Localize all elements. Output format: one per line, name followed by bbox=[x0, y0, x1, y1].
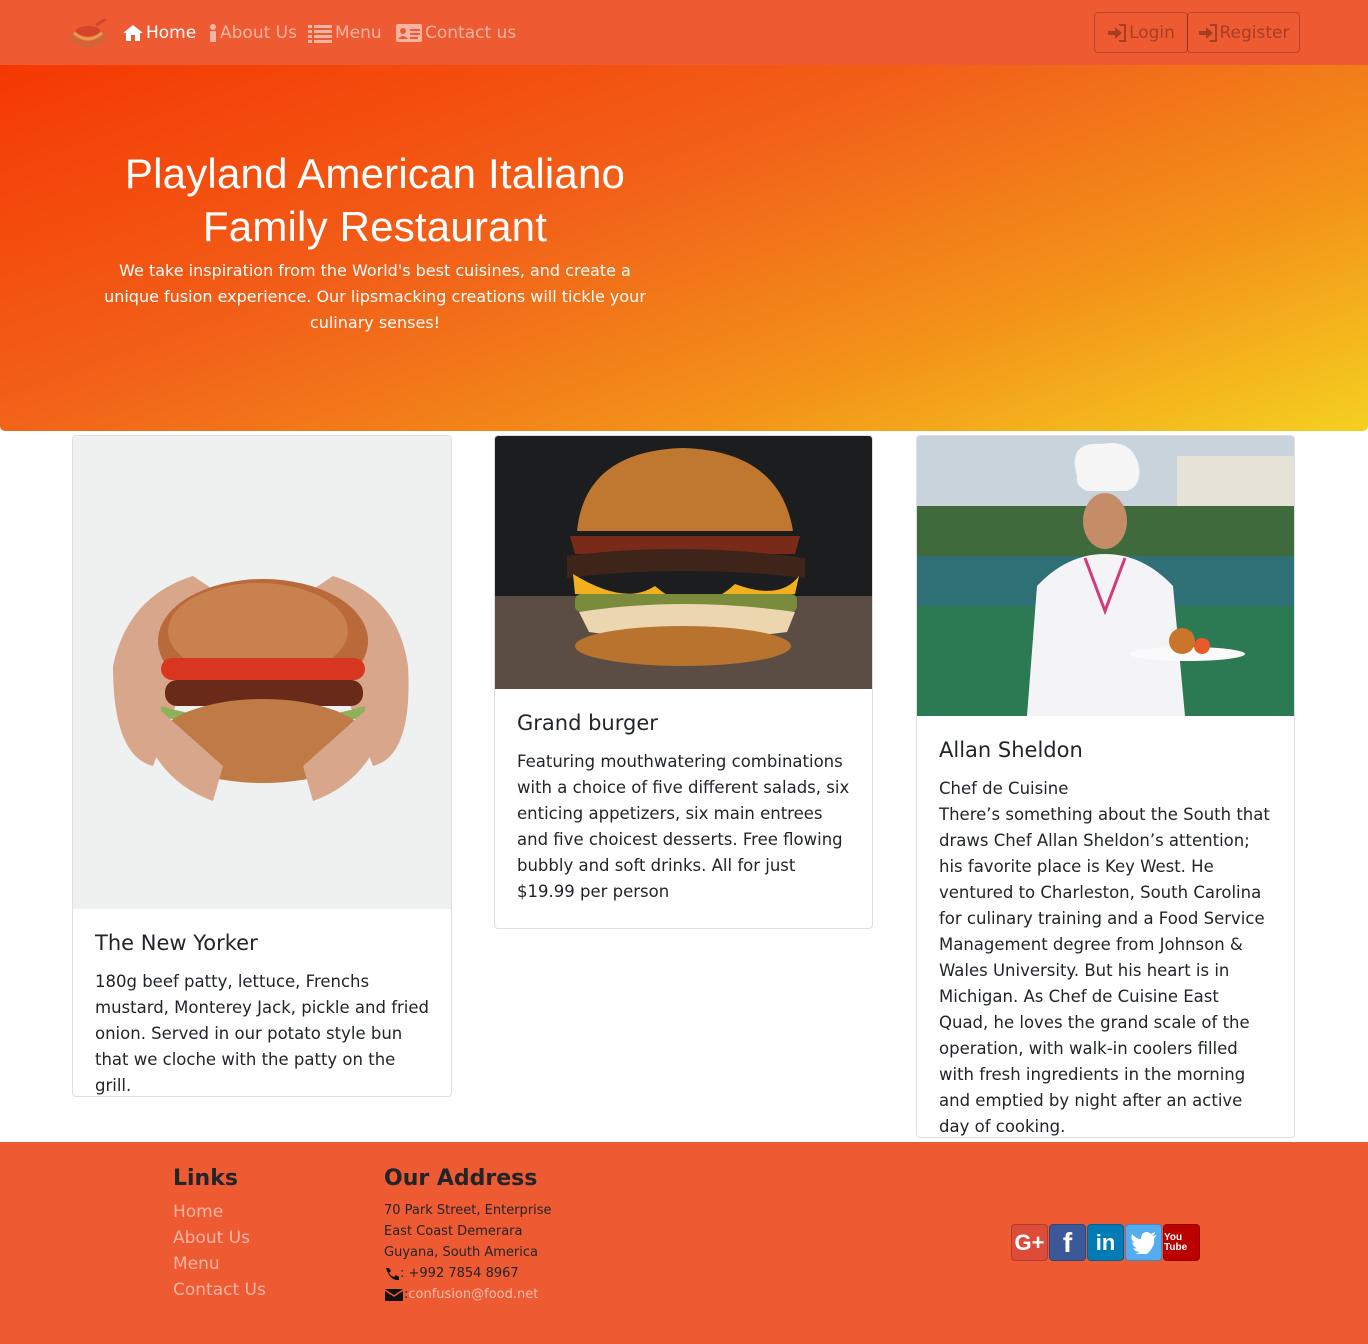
phone-number: : +992 7854 8967 bbox=[400, 1266, 519, 1281]
card-text: Featuring mouthwatering combinations wit… bbox=[517, 752, 850, 901]
footer-address-heading: Our Address bbox=[384, 1166, 538, 1191]
card-subtitle: Chef de Cuisine bbox=[939, 779, 1069, 798]
sign-in-icon bbox=[1198, 23, 1217, 42]
phone-icon bbox=[386, 1267, 399, 1280]
card-title: Allan Sheldon bbox=[939, 738, 1083, 762]
address-line: 70 Park Street, Enterprise bbox=[384, 1203, 552, 1218]
nav-about[interactable]: About Us bbox=[208, 20, 297, 46]
list-icon bbox=[308, 25, 332, 43]
chef-portrait-image bbox=[917, 436, 1294, 716]
address-line: East Coast Demerara bbox=[384, 1224, 523, 1239]
nav-about-label: About Us bbox=[220, 23, 297, 43]
footer-links: Home About Us Menu Contact Us bbox=[173, 1199, 266, 1303]
facebook-icon[interactable]: f bbox=[1049, 1224, 1086, 1261]
nav-contact-label: Contact us bbox=[425, 23, 517, 43]
card-body: Grand burger Featuring mouthwatering com… bbox=[495, 689, 872, 925]
login-button[interactable]: Login bbox=[1094, 12, 1188, 53]
twitter-icon[interactable] bbox=[1125, 1224, 1162, 1261]
burger-hands-image bbox=[73, 436, 451, 909]
card-body: The New Yorker 180g beef patty, lettuce,… bbox=[73, 909, 451, 1096]
sign-in-icon bbox=[1108, 23, 1127, 42]
hero-banner: Playland American Italiano Family Restau… bbox=[0, 65, 1368, 431]
card-text: 180g beef patty, lettuce, Frenchs mustar… bbox=[95, 972, 430, 1095]
card-allan-sheldon: Allan Sheldon Chef de Cuisine There’s so… bbox=[916, 435, 1295, 1138]
footer-link-menu[interactable]: Menu bbox=[173, 1251, 266, 1277]
grand-burger-image bbox=[495, 436, 872, 689]
footer-address: 70 Park Street, Enterprise East Coast De… bbox=[384, 1200, 552, 1305]
google-plus-icon[interactable]: G+ bbox=[1011, 1224, 1048, 1261]
info-icon bbox=[210, 24, 216, 42]
footer-link-contact[interactable]: Contact Us bbox=[173, 1277, 266, 1303]
home-icon bbox=[123, 25, 143, 41]
card-grand-burger: Grand burger Featuring mouthwatering com… bbox=[494, 435, 873, 929]
youtube-icon[interactable]: You Tube bbox=[1163, 1224, 1200, 1261]
phone-row: : +992 7854 8967 bbox=[384, 1263, 552, 1284]
navbar: Home About Us Menu Contact us Login Regi… bbox=[0, 0, 1368, 65]
nav-contact[interactable]: Contact us bbox=[395, 20, 516, 46]
footer-link-about[interactable]: About Us bbox=[173, 1225, 266, 1251]
address-card-icon bbox=[396, 24, 422, 42]
social-buttons: G+ f in You Tube bbox=[1011, 1224, 1200, 1261]
hero-subtitle: We take inspiration from the World's bes… bbox=[104, 261, 646, 332]
nav-menu[interactable]: Menu bbox=[307, 20, 382, 46]
login-label: Login bbox=[1129, 22, 1175, 43]
email-row: : confusion@food.net bbox=[384, 1284, 552, 1305]
footer-links-heading: Links bbox=[173, 1166, 238, 1191]
envelope-icon bbox=[384, 1288, 404, 1301]
card-title: Grand burger bbox=[517, 711, 658, 735]
register-button[interactable]: Register bbox=[1187, 12, 1300, 53]
card-new-yorker: The New Yorker 180g beef patty, lettuce,… bbox=[72, 435, 452, 1097]
email-link[interactable]: confusion@food.net bbox=[408, 1284, 538, 1305]
hero-title: Playland American Italiano Family Restau… bbox=[124, 150, 626, 250]
footer-link-home[interactable]: Home bbox=[173, 1199, 266, 1225]
brand-logo[interactable] bbox=[66, 15, 110, 51]
card-title: The New Yorker bbox=[95, 931, 258, 955]
nav-menu-label: Menu bbox=[335, 23, 382, 43]
nav-home-label: Home bbox=[146, 23, 197, 43]
card-body: Allan Sheldon Chef de Cuisine There’s so… bbox=[917, 716, 1294, 1137]
nav-home[interactable]: Home bbox=[122, 20, 196, 46]
register-label: Register bbox=[1219, 22, 1290, 43]
card-text: There’s something about the South that d… bbox=[939, 805, 1270, 1136]
linkedin-icon[interactable]: in bbox=[1087, 1224, 1124, 1261]
address-line: Guyana, South America bbox=[384, 1245, 538, 1260]
